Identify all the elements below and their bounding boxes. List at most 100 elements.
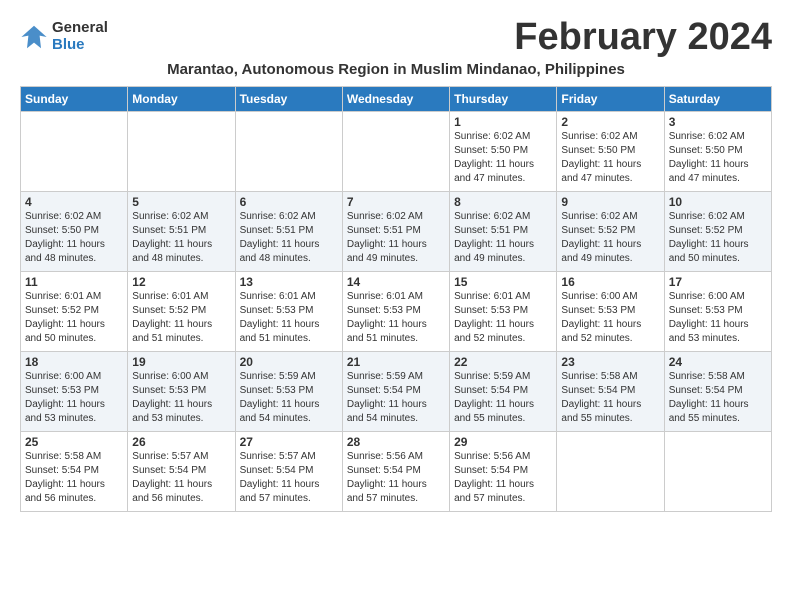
day-number: 23 xyxy=(561,355,659,369)
calendar-cell xyxy=(21,112,128,192)
day-info: Sunrise: 6:02 AMSunset: 5:50 PMDaylight:… xyxy=(561,130,659,186)
month-title: February 2024 xyxy=(514,16,772,59)
logo-general: General xyxy=(52,20,108,37)
day-info: Sunrise: 5:56 AMSunset: 5:54 PMDaylight:… xyxy=(347,450,445,506)
logo-blue: Blue xyxy=(52,37,108,54)
day-info: Sunrise: 5:59 AMSunset: 5:54 PMDaylight:… xyxy=(347,370,445,426)
weekday-header-row: SundayMondayTuesdayWednesdayThursdayFrid… xyxy=(21,87,772,112)
calendar-week-row: 11Sunrise: 6:01 AMSunset: 5:52 PMDayligh… xyxy=(21,272,772,352)
day-info: Sunrise: 6:01 AMSunset: 5:52 PMDaylight:… xyxy=(132,290,230,346)
weekday-header-monday: Monday xyxy=(128,87,235,112)
day-info: Sunrise: 5:57 AMSunset: 5:54 PMDaylight:… xyxy=(240,450,338,506)
weekday-header-saturday: Saturday xyxy=(664,87,771,112)
day-number: 7 xyxy=(347,195,445,209)
day-info: Sunrise: 6:00 AMSunset: 5:53 PMDaylight:… xyxy=(132,370,230,426)
calendar-cell: 28Sunrise: 5:56 AMSunset: 5:54 PMDayligh… xyxy=(342,432,449,512)
day-info: Sunrise: 6:02 AMSunset: 5:52 PMDaylight:… xyxy=(561,210,659,266)
day-number: 5 xyxy=(132,195,230,209)
weekday-header-thursday: Thursday xyxy=(450,87,557,112)
calendar-cell: 3Sunrise: 6:02 AMSunset: 5:50 PMDaylight… xyxy=(664,112,771,192)
calendar-week-row: 25Sunrise: 5:58 AMSunset: 5:54 PMDayligh… xyxy=(21,432,772,512)
day-number: 16 xyxy=(561,275,659,289)
calendar-cell: 25Sunrise: 5:58 AMSunset: 5:54 PMDayligh… xyxy=(21,432,128,512)
day-number: 3 xyxy=(669,115,767,129)
day-info: Sunrise: 6:02 AMSunset: 5:50 PMDaylight:… xyxy=(25,210,123,266)
calendar-cell: 19Sunrise: 6:00 AMSunset: 5:53 PMDayligh… xyxy=(128,352,235,432)
day-number: 19 xyxy=(132,355,230,369)
calendar-cell: 20Sunrise: 5:59 AMSunset: 5:53 PMDayligh… xyxy=(235,352,342,432)
calendar-cell: 10Sunrise: 6:02 AMSunset: 5:52 PMDayligh… xyxy=(664,192,771,272)
day-info: Sunrise: 6:02 AMSunset: 5:51 PMDaylight:… xyxy=(240,210,338,266)
calendar-cell: 22Sunrise: 5:59 AMSunset: 5:54 PMDayligh… xyxy=(450,352,557,432)
calendar-cell xyxy=(128,112,235,192)
weekday-header-tuesday: Tuesday xyxy=(235,87,342,112)
calendar-cell xyxy=(342,112,449,192)
calendar-cell: 9Sunrise: 6:02 AMSunset: 5:52 PMDaylight… xyxy=(557,192,664,272)
day-info: Sunrise: 5:56 AMSunset: 5:54 PMDaylight:… xyxy=(454,450,552,506)
day-info: Sunrise: 6:02 AMSunset: 5:50 PMDaylight:… xyxy=(454,130,552,186)
day-info: Sunrise: 5:59 AMSunset: 5:54 PMDaylight:… xyxy=(454,370,552,426)
header: General Blue February 2024 xyxy=(20,16,772,59)
calendar-cell: 18Sunrise: 6:00 AMSunset: 5:53 PMDayligh… xyxy=(21,352,128,432)
logo: General Blue xyxy=(20,20,108,53)
day-info: Sunrise: 6:00 AMSunset: 5:53 PMDaylight:… xyxy=(25,370,123,426)
day-info: Sunrise: 6:02 AMSunset: 5:52 PMDaylight:… xyxy=(669,210,767,266)
weekday-header-wednesday: Wednesday xyxy=(342,87,449,112)
day-number: 10 xyxy=(669,195,767,209)
calendar-cell: 4Sunrise: 6:02 AMSunset: 5:50 PMDaylight… xyxy=(21,192,128,272)
calendar-cell: 15Sunrise: 6:01 AMSunset: 5:53 PMDayligh… xyxy=(450,272,557,352)
day-number: 2 xyxy=(561,115,659,129)
calendar-cell: 5Sunrise: 6:02 AMSunset: 5:51 PMDaylight… xyxy=(128,192,235,272)
day-info: Sunrise: 6:02 AMSunset: 5:51 PMDaylight:… xyxy=(132,210,230,266)
calendar-cell: 26Sunrise: 5:57 AMSunset: 5:54 PMDayligh… xyxy=(128,432,235,512)
day-number: 29 xyxy=(454,435,552,449)
day-number: 18 xyxy=(25,355,123,369)
calendar-cell: 12Sunrise: 6:01 AMSunset: 5:52 PMDayligh… xyxy=(128,272,235,352)
day-number: 1 xyxy=(454,115,552,129)
calendar-cell xyxy=(664,432,771,512)
calendar-cell: 11Sunrise: 6:01 AMSunset: 5:52 PMDayligh… xyxy=(21,272,128,352)
calendar-week-row: 18Sunrise: 6:00 AMSunset: 5:53 PMDayligh… xyxy=(21,352,772,432)
calendar-cell: 7Sunrise: 6:02 AMSunset: 5:51 PMDaylight… xyxy=(342,192,449,272)
day-number: 27 xyxy=(240,435,338,449)
weekday-header-sunday: Sunday xyxy=(21,87,128,112)
day-info: Sunrise: 6:01 AMSunset: 5:53 PMDaylight:… xyxy=(240,290,338,346)
calendar-cell: 13Sunrise: 6:01 AMSunset: 5:53 PMDayligh… xyxy=(235,272,342,352)
day-number: 15 xyxy=(454,275,552,289)
day-info: Sunrise: 5:58 AMSunset: 5:54 PMDaylight:… xyxy=(561,370,659,426)
day-number: 20 xyxy=(240,355,338,369)
calendar-cell: 17Sunrise: 6:00 AMSunset: 5:53 PMDayligh… xyxy=(664,272,771,352)
logo-text: General Blue xyxy=(52,20,108,53)
calendar-cell xyxy=(557,432,664,512)
day-info: Sunrise: 6:01 AMSunset: 5:52 PMDaylight:… xyxy=(25,290,123,346)
day-info: Sunrise: 5:57 AMSunset: 5:54 PMDaylight:… xyxy=(132,450,230,506)
day-number: 28 xyxy=(347,435,445,449)
calendar-cell: 24Sunrise: 5:58 AMSunset: 5:54 PMDayligh… xyxy=(664,352,771,432)
calendar-cell: 2Sunrise: 6:02 AMSunset: 5:50 PMDaylight… xyxy=(557,112,664,192)
weekday-header-friday: Friday xyxy=(557,87,664,112)
calendar-cell: 8Sunrise: 6:02 AMSunset: 5:51 PMDaylight… xyxy=(450,192,557,272)
calendar-cell: 16Sunrise: 6:00 AMSunset: 5:53 PMDayligh… xyxy=(557,272,664,352)
day-info: Sunrise: 5:59 AMSunset: 5:53 PMDaylight:… xyxy=(240,370,338,426)
calendar-cell: 27Sunrise: 5:57 AMSunset: 5:54 PMDayligh… xyxy=(235,432,342,512)
calendar-cell: 29Sunrise: 5:56 AMSunset: 5:54 PMDayligh… xyxy=(450,432,557,512)
day-number: 14 xyxy=(347,275,445,289)
day-number: 13 xyxy=(240,275,338,289)
day-info: Sunrise: 5:58 AMSunset: 5:54 PMDaylight:… xyxy=(25,450,123,506)
day-info: Sunrise: 6:02 AMSunset: 5:50 PMDaylight:… xyxy=(669,130,767,186)
calendar-cell: 21Sunrise: 5:59 AMSunset: 5:54 PMDayligh… xyxy=(342,352,449,432)
day-info: Sunrise: 5:58 AMSunset: 5:54 PMDaylight:… xyxy=(669,370,767,426)
day-number: 25 xyxy=(25,435,123,449)
day-number: 21 xyxy=(347,355,445,369)
day-info: Sunrise: 6:01 AMSunset: 5:53 PMDaylight:… xyxy=(454,290,552,346)
day-info: Sunrise: 6:00 AMSunset: 5:53 PMDaylight:… xyxy=(669,290,767,346)
day-number: 6 xyxy=(240,195,338,209)
calendar-week-row: 4Sunrise: 6:02 AMSunset: 5:50 PMDaylight… xyxy=(21,192,772,272)
day-number: 9 xyxy=(561,195,659,209)
day-info: Sunrise: 6:02 AMSunset: 5:51 PMDaylight:… xyxy=(347,210,445,266)
calendar-cell xyxy=(235,112,342,192)
day-number: 17 xyxy=(669,275,767,289)
calendar-week-row: 1Sunrise: 6:02 AMSunset: 5:50 PMDaylight… xyxy=(21,112,772,192)
day-number: 8 xyxy=(454,195,552,209)
page-subtitle: Marantao, Autonomous Region in Muslim Mi… xyxy=(20,61,772,78)
